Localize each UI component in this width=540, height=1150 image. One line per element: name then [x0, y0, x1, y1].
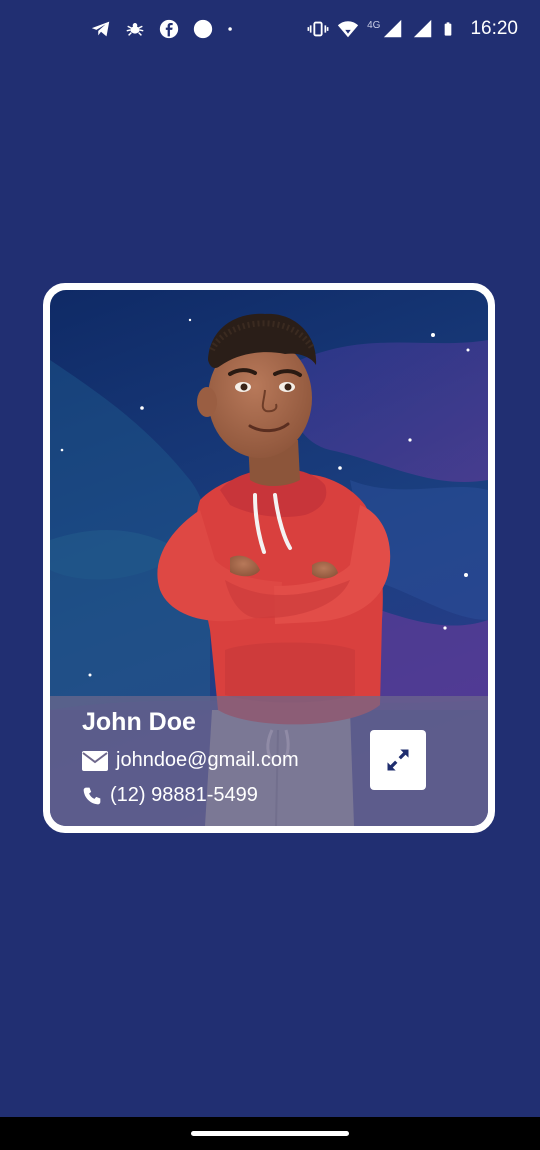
clock: 16:20 [470, 18, 518, 39]
email-row: johndoe@gmail.com [82, 749, 299, 772]
signal-icon [414, 19, 432, 38]
home-indicator[interactable] [191, 1131, 349, 1136]
bug-icon [126, 23, 144, 36]
profile-card[interactable]: John Doe johndoe@gmail.com (12) 98881-54… [43, 283, 495, 833]
envelope-icon [82, 750, 108, 771]
vibrate-icon [307, 21, 329, 37]
system-icons: 4G 16:20 [307, 18, 518, 40]
telegram-icon [91, 21, 110, 37]
battery-icon [445, 22, 452, 36]
email-text: johndoe@gmail.com [116, 749, 299, 771]
expand-button[interactable] [370, 730, 426, 790]
app-screen: 4G 16:20 John Doe johndoe@gmail.com (12)… [0, 0, 540, 1150]
notification-icons [90, 18, 240, 40]
facebook-icon [159, 19, 179, 39]
contact-name: John Doe [82, 708, 196, 736]
phone-text: (12) 98881-5499 [110, 784, 258, 806]
network-type-label: 4G [367, 19, 381, 31]
wifi-icon [338, 21, 359, 38]
phone-icon [83, 787, 101, 804]
navigation-bar [0, 1117, 540, 1150]
circle-icon [193, 19, 213, 39]
phone-row: (12) 98881-5499 [82, 784, 258, 807]
dot-icon [228, 27, 232, 31]
expand-arrows-icon [387, 749, 409, 771]
contact-info-panel: John Doe johndoe@gmail.com (12) 98881-54… [50, 696, 488, 826]
status-bar: 4G 16:20 [0, 0, 540, 60]
profile-card-content: John Doe johndoe@gmail.com (12) 98881-54… [50, 290, 488, 826]
signal-icon [384, 19, 402, 38]
